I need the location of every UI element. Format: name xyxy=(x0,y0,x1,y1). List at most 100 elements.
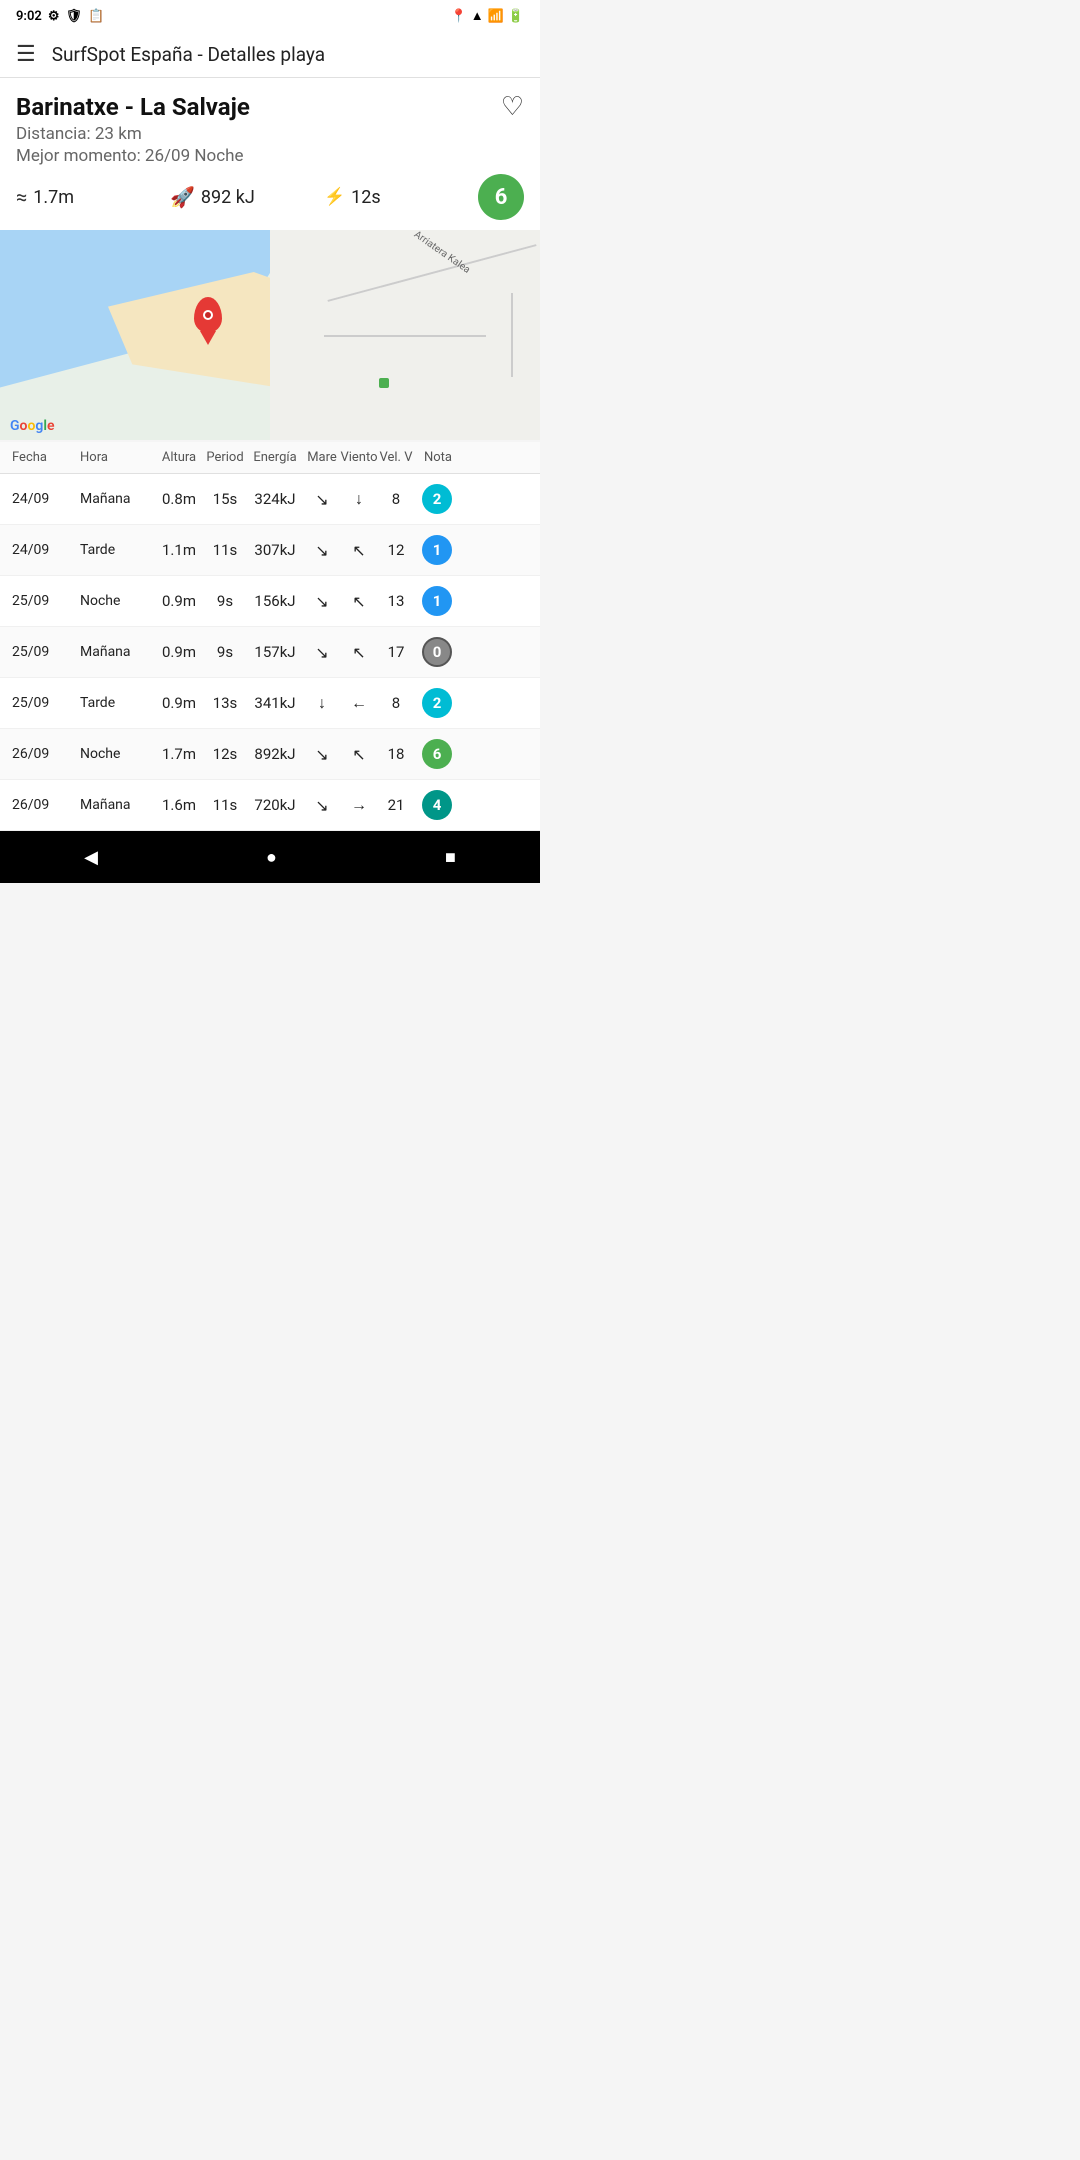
score-badge: 6 xyxy=(478,174,524,220)
cell-mare: ↘ xyxy=(304,745,340,764)
cell-fecha: 25/09 xyxy=(12,593,80,609)
table-header: Fecha Hora Altura Period Energía Mare Vi… xyxy=(0,442,540,474)
shield-icon: 🛡 xyxy=(65,9,82,24)
cell-velv: 13 xyxy=(378,592,414,610)
cell-velv: 12 xyxy=(378,541,414,559)
cell-viento: ↖ xyxy=(340,643,378,662)
cell-nota: 6 xyxy=(414,739,452,769)
table-row: 24/09 Tarde 1.1m 11s 307kJ ↘ ↖ 12 1 xyxy=(0,525,540,576)
cell-fecha: 25/09 xyxy=(12,644,80,660)
cell-viento: ↖ xyxy=(340,541,378,560)
cell-viento: ↖ xyxy=(340,745,378,764)
cell-viento: ← xyxy=(340,693,378,713)
rocket-icon: 🚀 xyxy=(170,185,195,209)
beach-info: Barinatxe - La Salvaje ♡ Distancia: 23 k… xyxy=(0,78,540,230)
cell-energia: 892kJ xyxy=(246,745,304,763)
table-row: 25/09 Mañana 0.9m 9s 157kJ ↘ ↖ 17 0 xyxy=(0,627,540,678)
best-moment: Mejor momento: 26/09 Noche xyxy=(16,146,524,166)
cell-hora: Tarde xyxy=(80,542,154,558)
favorite-button[interactable]: ♡ xyxy=(501,92,524,122)
cell-energia: 156kJ xyxy=(246,592,304,610)
battery-icon: 🔋 xyxy=(508,9,524,24)
cell-velv: 17 xyxy=(378,643,414,661)
clipboard-icon: 📋 xyxy=(88,9,104,24)
energy-value: 892 kJ xyxy=(201,187,255,208)
home-button[interactable]: ● xyxy=(246,837,297,878)
cell-hora: Noche xyxy=(80,593,154,609)
cell-fecha: 26/09 xyxy=(12,746,80,762)
cell-mare: ↘ xyxy=(304,490,340,509)
table-row: 24/09 Mañana 0.8m 15s 324kJ ↘ ↓ 8 2 xyxy=(0,474,540,525)
top-bar: ☰ SurfSpot España - Detalles playa xyxy=(0,32,540,78)
cell-nota: 0 xyxy=(414,637,452,667)
col-header-hora: Hora xyxy=(80,450,154,465)
note-badge: 0 xyxy=(422,637,452,667)
note-badge: 4 xyxy=(422,790,452,820)
cell-nota: 1 xyxy=(414,586,452,616)
col-header-altura: Altura xyxy=(154,450,204,465)
cell-mare: ↘ xyxy=(304,643,340,662)
cell-fecha: 25/09 xyxy=(12,695,80,711)
table-row: 26/09 Mañana 1.6m 11s 720kJ ↘ → 21 4 xyxy=(0,780,540,831)
cell-energia: 307kJ xyxy=(246,541,304,559)
cell-energia: 157kJ xyxy=(246,643,304,661)
cell-altura: 1.6m xyxy=(154,796,204,814)
menu-button[interactable]: ☰ xyxy=(16,42,36,67)
col-header-mare: Mare xyxy=(304,450,340,465)
cell-nota: 2 xyxy=(414,484,452,514)
table-row: 26/09 Noche 1.7m 12s 892kJ ↘ ↖ 18 6 xyxy=(0,729,540,780)
cell-viento: ↖ xyxy=(340,592,378,611)
cell-viento: → xyxy=(340,795,378,815)
col-header-fecha: Fecha xyxy=(12,450,80,465)
cell-velv: 8 xyxy=(378,694,414,712)
table-row: 25/09 Noche 0.9m 9s 156kJ ↘ ↖ 13 1 xyxy=(0,576,540,627)
cell-fecha: 24/09 xyxy=(12,491,80,507)
period-value: 12s xyxy=(351,187,381,208)
location-icon: 📍 xyxy=(451,9,467,24)
cell-energia: 341kJ xyxy=(246,694,304,712)
map-container[interactable]: Arriatera Kalea Google xyxy=(0,230,540,440)
cell-velv: 18 xyxy=(378,745,414,763)
cell-velv: 8 xyxy=(378,490,414,508)
cell-period: 12s xyxy=(204,745,246,763)
cell-hora: Noche xyxy=(80,746,154,762)
table-row: 25/09 Tarde 0.9m 13s 341kJ ↓ ← 8 2 xyxy=(0,678,540,729)
period-icon: ⚡ xyxy=(324,187,345,207)
cell-energia: 324kJ xyxy=(246,490,304,508)
cell-period: 11s xyxy=(204,541,246,559)
beach-name: Barinatxe - La Salvaje xyxy=(16,93,250,121)
cell-mare: ↘ xyxy=(304,796,340,815)
col-header-period: Period xyxy=(204,450,246,465)
cell-period: 9s xyxy=(204,643,246,661)
wifi-icon: ▲ xyxy=(471,8,484,24)
cell-altura: 0.9m xyxy=(154,643,204,661)
nav-bar: ◀ ● ■ xyxy=(0,831,540,883)
wave-icon: ≈ xyxy=(16,185,27,209)
note-badge: 2 xyxy=(422,484,452,514)
cell-fecha: 24/09 xyxy=(12,542,80,558)
cell-period: 13s xyxy=(204,694,246,712)
cell-altura: 0.8m xyxy=(154,490,204,508)
google-logo: Google xyxy=(10,418,55,434)
wave-height: 1.7m xyxy=(33,187,74,208)
cell-nota: 2 xyxy=(414,688,452,718)
recents-button[interactable]: ■ xyxy=(425,837,476,878)
cell-viento: ↓ xyxy=(340,489,378,509)
note-badge: 6 xyxy=(422,739,452,769)
cell-altura: 1.7m xyxy=(154,745,204,763)
table-body: 24/09 Mañana 0.8m 15s 324kJ ↘ ↓ 8 2 24/0… xyxy=(0,474,540,831)
cell-mare: ↘ xyxy=(304,541,340,560)
cell-period: 11s xyxy=(204,796,246,814)
beach-stats: ≈ 1.7m 🚀 892 kJ ⚡ 12s 6 xyxy=(16,174,524,220)
forecast-table: Fecha Hora Altura Period Energía Mare Vi… xyxy=(0,442,540,831)
note-badge: 1 xyxy=(422,586,452,616)
col-header-velv: Vel. V xyxy=(378,450,414,465)
cell-altura: 0.9m xyxy=(154,694,204,712)
cell-fecha: 26/09 xyxy=(12,797,80,813)
col-header-viento: Viento xyxy=(340,450,378,465)
gear-icon: ⚙ xyxy=(48,9,60,24)
cell-mare: ↓ xyxy=(304,693,340,713)
col-header-energia: Energía xyxy=(246,450,304,465)
signal-icon: 📶 xyxy=(488,9,504,24)
back-button[interactable]: ◀ xyxy=(64,837,118,878)
